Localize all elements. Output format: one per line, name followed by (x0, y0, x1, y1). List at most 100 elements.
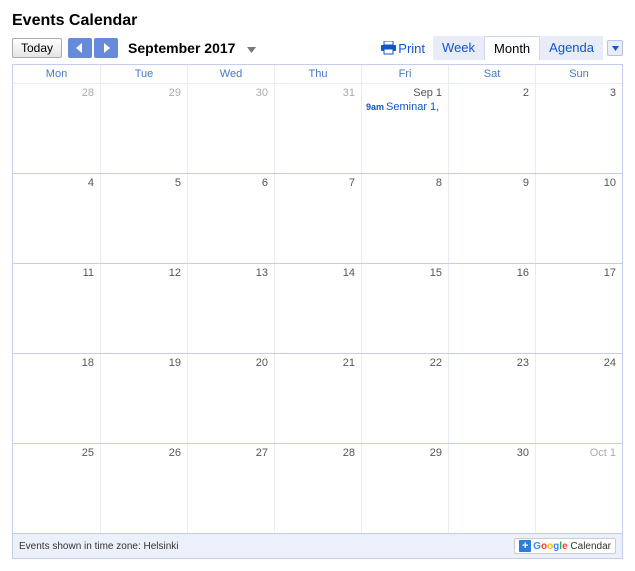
toolbar: Today September 2017 Print Week Month Ag… (12, 36, 623, 60)
calendar-cell[interactable]: 31 (274, 84, 361, 173)
day-number: 14 (279, 266, 357, 279)
print-label: Print (398, 41, 425, 56)
day-number: 30 (192, 86, 270, 99)
calendar-cell[interactable]: 29 (100, 84, 187, 173)
calendar-cell[interactable]: 16 (448, 264, 535, 353)
day-header: Thu (274, 65, 361, 83)
calendar-cell[interactable]: 8 (361, 174, 448, 263)
calendar-cell[interactable]: 27 (187, 444, 274, 533)
day-number: 19 (105, 356, 183, 369)
day-number: Oct 1 (540, 446, 618, 459)
caret-down-icon (612, 46, 619, 51)
calendar-cell[interactable]: 2 (448, 84, 535, 173)
calendar-cell[interactable]: 30 (448, 444, 535, 533)
calendar-footer: Events shown in time zone: Helsinki + Go… (13, 533, 622, 558)
calendar-cell[interactable]: 24 (535, 354, 622, 443)
timezone-text: Events shown in time zone: Helsinki (19, 541, 179, 552)
calendar-week: 456789 10 (13, 173, 622, 263)
tab-agenda[interactable]: Agenda (540, 36, 603, 60)
calendar-cell[interactable]: 20 (187, 354, 274, 443)
day-number: 25 (17, 446, 96, 459)
tab-month[interactable]: Month (484, 36, 540, 60)
event-title: Seminar 1, (386, 101, 439, 113)
prev-button[interactable] (68, 38, 92, 58)
page-title: Events Calendar (12, 12, 623, 30)
calendar-cell[interactable]: 21 (274, 354, 361, 443)
chevron-left-icon (76, 43, 84, 53)
day-number: 27 (192, 446, 270, 459)
day-number: 16 (453, 266, 531, 279)
calendar-cell[interactable]: 9 (448, 174, 535, 263)
calendar-week: 18 19 20 21 22 23 24 (13, 353, 622, 443)
day-number: 29 (105, 86, 183, 99)
day-headers: MonTueWedThuFriSatSun (13, 65, 622, 83)
calendar-cell[interactable]: 23 (448, 354, 535, 443)
day-number: 5 (105, 176, 183, 189)
period-label: September 2017 (128, 40, 235, 56)
plus-icon: + (519, 540, 531, 552)
day-number: 22 (366, 356, 444, 369)
calendar-cell[interactable]: 26 (100, 444, 187, 533)
day-number: 8 (366, 176, 444, 189)
day-number: 28 (279, 446, 357, 459)
calendar-week: 11 12 13 14 15 16 17 (13, 263, 622, 353)
day-header: Fri (361, 65, 448, 83)
calendar-cell[interactable]: 11 (13, 264, 100, 353)
day-number: 26 (105, 446, 183, 459)
calendar-cell[interactable]: 28 (274, 444, 361, 533)
day-number: 13 (192, 266, 270, 279)
calendar-cell[interactable]: 22 (361, 354, 448, 443)
calendar-cell[interactable]: 29 (361, 444, 448, 533)
day-number: 31 (279, 86, 357, 99)
day-number: 12 (105, 266, 183, 279)
calendar-cell[interactable]: 17 (535, 264, 622, 353)
print-button[interactable]: Print (381, 41, 425, 56)
calendar-cell[interactable]: 5 (100, 174, 187, 263)
day-number: 23 (453, 356, 531, 369)
calendar-cell[interactable]: Oct 1 (535, 444, 622, 533)
caret-down-icon (247, 47, 256, 53)
calendar-cell[interactable]: 13 (187, 264, 274, 353)
view-dropdown[interactable] (607, 40, 623, 56)
calendar-cell[interactable]: 25 (13, 444, 100, 533)
day-number: 18 (17, 356, 96, 369)
next-button[interactable] (94, 38, 118, 58)
day-header: Mon (13, 65, 100, 83)
day-number: 20 (192, 356, 270, 369)
calendar-event[interactable]: 9amSeminar 1, (366, 101, 444, 113)
google-calendar-label: Google Calendar (533, 541, 611, 552)
calendar-cell[interactable]: 15 (361, 264, 448, 353)
calendar-cell[interactable]: 14 (274, 264, 361, 353)
calendar-grid: 28 29 30 31 Sep 1 9amSeminar 1, 23 456789 10 11 12… (13, 83, 622, 533)
day-number: 24 (540, 356, 618, 369)
day-header: Wed (187, 65, 274, 83)
calendar-cell[interactable]: 28 (13, 84, 100, 173)
calendar-cell[interactable]: 6 (187, 174, 274, 263)
day-number: 4 (17, 176, 96, 189)
calendar-cell[interactable]: Sep 1 9amSeminar 1, (361, 84, 448, 173)
calendar-cell[interactable]: 18 (13, 354, 100, 443)
calendar-cell[interactable]: 10 (535, 174, 622, 263)
calendar-cell[interactable]: 3 (535, 84, 622, 173)
period-dropdown[interactable] (247, 41, 256, 56)
calendar-week: 28 29 30 31 Sep 1 9amSeminar 1, 23 (13, 83, 622, 173)
today-button[interactable]: Today (12, 38, 62, 58)
tab-week[interactable]: Week (433, 36, 484, 60)
google-calendar-badge[interactable]: + Google Calendar (514, 538, 616, 554)
calendar-cell[interactable]: 12 (100, 264, 187, 353)
day-number: 6 (192, 176, 270, 189)
day-number: 10 (540, 176, 618, 189)
day-number: 29 (366, 446, 444, 459)
view-tabs: Week Month Agenda (433, 36, 603, 60)
print-icon (381, 41, 396, 55)
calendar-cell[interactable]: 19 (100, 354, 187, 443)
day-header: Sat (448, 65, 535, 83)
day-number: Sep 1 (366, 86, 444, 99)
day-number: 2 (453, 86, 531, 99)
calendar-cell[interactable]: 30 (187, 84, 274, 173)
day-number: 30 (453, 446, 531, 459)
event-time: 9am (366, 102, 384, 112)
calendar-cell[interactable]: 7 (274, 174, 361, 263)
calendar-cell[interactable]: 4 (13, 174, 100, 263)
day-number: 11 (17, 266, 96, 279)
